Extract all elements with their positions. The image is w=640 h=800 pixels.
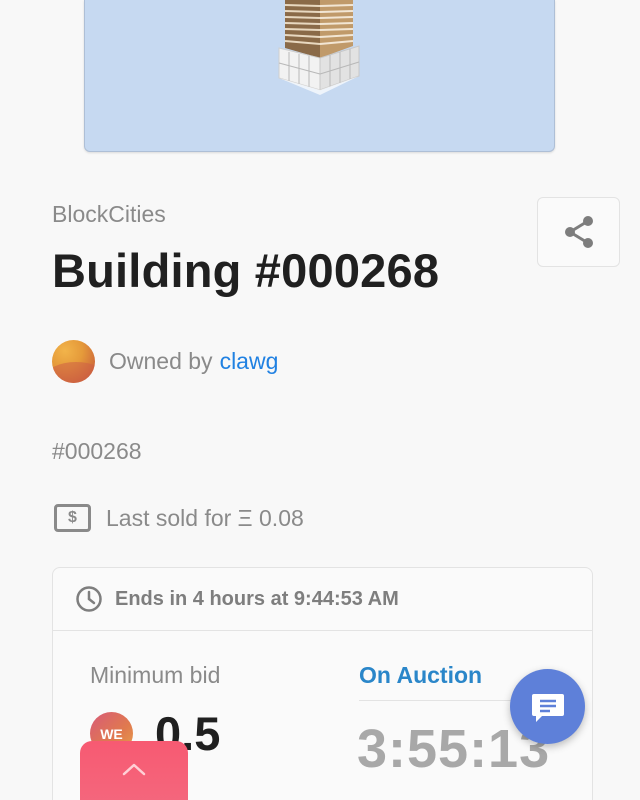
owner-link[interactable]: clawg: [220, 348, 279, 375]
scroll-up-button[interactable]: [80, 741, 188, 800]
asset-title: Building #000268: [52, 244, 440, 297]
chat-icon: [531, 693, 564, 722]
auction-header: Ends in 4 hours at 9:44:53 AM: [53, 568, 592, 631]
min-bid-label: Minimum bid: [90, 662, 221, 688]
owner-row: Owned by clawg: [52, 340, 278, 383]
owner-prefix: Owned by: [109, 348, 213, 374]
chat-button[interactable]: [510, 669, 585, 744]
clock-icon: [76, 586, 102, 612]
dollar-icon: $: [54, 504, 91, 532]
auction-end-time: Ends in 4 hours at 9:44:53 AM: [115, 587, 399, 610]
last-sold-row: $ Last sold for Ξ 0.08: [54, 504, 304, 532]
token-id: #000268: [52, 438, 142, 464]
share-button[interactable]: [537, 197, 620, 267]
auction-status: On Auction: [359, 662, 483, 688]
share-icon: [564, 216, 593, 248]
collection-link[interactable]: BlockCities: [52, 201, 166, 228]
chevron-up-icon: [122, 763, 146, 776]
building-illustration: [278, 0, 360, 95]
last-sold-text: Last sold for Ξ 0.08: [106, 504, 304, 531]
asset-image[interactable]: [84, 0, 555, 152]
owner-avatar[interactable]: [52, 340, 95, 383]
